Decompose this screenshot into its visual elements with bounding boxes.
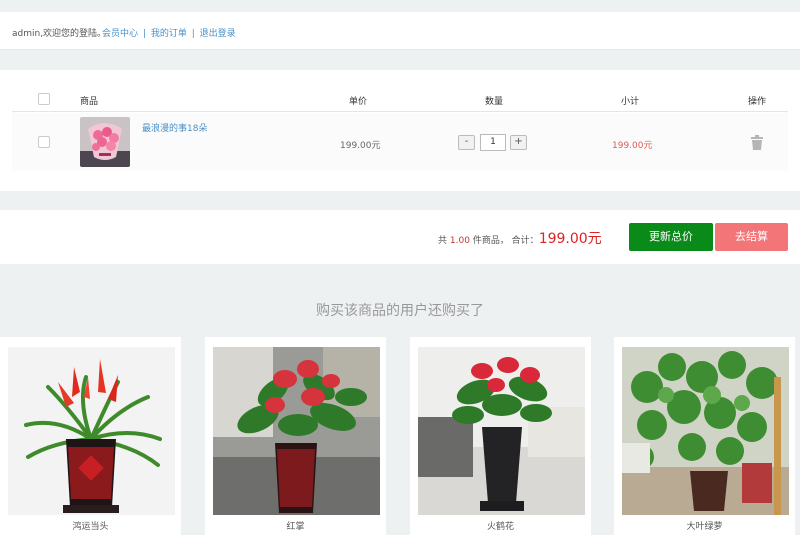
item-checkbox[interactable] xyxy=(38,136,50,148)
product-image[interactable] xyxy=(418,347,585,515)
header-product: 商品 xyxy=(80,97,99,107)
header-unit-price: 单价 xyxy=(349,97,368,107)
select-all-checkbox[interactable] xyxy=(38,93,50,105)
top-bar: admin,欢迎您的登陆。 会员中心 | 我的订单 | 退出登录 xyxy=(0,12,800,50)
product-name-link[interactable]: 最浪漫的事18朵 xyxy=(142,121,207,134)
recommend-card[interactable]: 鸿运当头 xyxy=(0,337,181,535)
recommend-card[interactable]: 大叶绿萝 xyxy=(614,337,795,535)
decrease-button[interactable]: - xyxy=(458,135,475,150)
header-quantity: 数量 xyxy=(485,97,504,107)
product-thumbnail[interactable] xyxy=(80,117,130,167)
link-separator: | xyxy=(142,29,146,39)
member-center-link[interactable]: 会员中心 xyxy=(102,29,138,39)
item-subtotal: 199.00元 xyxy=(612,141,653,151)
user-links: 会员中心 | 我的订单 | 退出登录 xyxy=(102,26,236,39)
product-image[interactable] xyxy=(8,347,175,515)
logout-link[interactable]: 退出登录 xyxy=(200,29,236,39)
cart-total: 199.00元 xyxy=(538,231,602,247)
product-name[interactable]: 大叶绿萝 xyxy=(614,519,795,532)
product-name[interactable]: 火鹤花 xyxy=(410,519,591,532)
cart-header-row: 商品 单价 数量 小计 操作 xyxy=(12,90,788,112)
link-separator: | xyxy=(191,29,195,39)
cart-summary: 共 1.00 件商品， 合计：199.00元 更新总价 去结算 xyxy=(0,210,800,264)
product-image[interactable] xyxy=(213,347,380,515)
header-subtotal: 小计 xyxy=(621,97,640,107)
cart-item-row: 最浪漫的事18朵 199.00元 - 1 + 199.00元 xyxy=(12,113,788,171)
welcome-text: admin,欢迎您的登陆。 xyxy=(12,29,107,39)
recommend-card[interactable]: 火鹤花 xyxy=(410,337,591,535)
summary-prefix: 共 xyxy=(438,236,448,246)
summary-text: 共 1.00 件商品， 合计：199.00元 xyxy=(438,228,602,248)
cart-table: 商品 单价 数量 小计 操作 最浪漫的事18朵 199.00元 - 1 + 19… xyxy=(0,70,800,191)
product-image[interactable] xyxy=(622,347,789,515)
checkout-button[interactable]: 去结算 xyxy=(715,223,788,251)
my-orders-link[interactable]: 我的订单 xyxy=(151,29,187,39)
unit-price: 199.00元 xyxy=(340,141,381,151)
summary-middle: 件商品， 合计： xyxy=(472,236,539,246)
update-total-button[interactable]: 更新总价 xyxy=(629,223,713,251)
header-action: 操作 xyxy=(748,97,767,107)
trash-icon[interactable] xyxy=(750,135,764,150)
product-name[interactable]: 鸿运当头 xyxy=(0,519,181,532)
product-name[interactable]: 红掌 xyxy=(205,519,386,532)
recommend-title: 购买该商品的用户还购买了 xyxy=(316,303,484,319)
increase-button[interactable]: + xyxy=(510,135,527,150)
item-count: 1.00 xyxy=(449,236,470,246)
quantity-input[interactable]: 1 xyxy=(480,134,506,151)
recommend-card[interactable]: 红掌 xyxy=(205,337,386,535)
